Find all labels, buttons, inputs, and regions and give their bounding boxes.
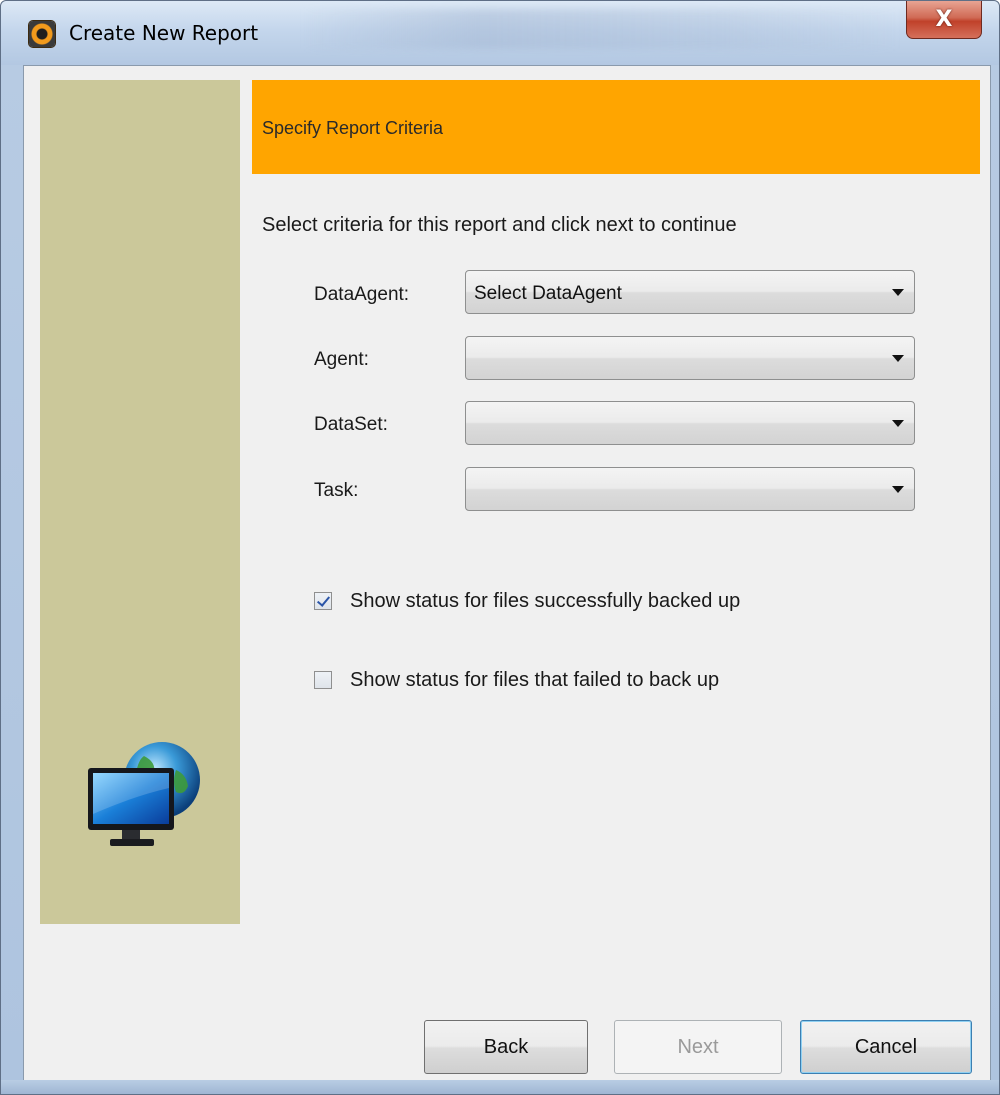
task-select[interactable] [465, 467, 915, 511]
success-checkbox-label[interactable]: Show status for files successfully backe… [350, 590, 740, 613]
app-icon [29, 21, 55, 47]
task-label: Task: [314, 480, 359, 501]
title-bar[interactable]: Create New Report X [1, 1, 999, 65]
side-panel [40, 80, 240, 924]
dataset-select[interactable] [465, 401, 915, 445]
cancel-button[interactable]: Cancel [800, 1020, 972, 1074]
computer-globe-icon [88, 742, 200, 846]
chevron-down-icon [892, 486, 904, 493]
failed-checkbox-label[interactable]: Show status for files that failed to bac… [350, 669, 719, 692]
step-header: Specify Report Criteria [252, 80, 980, 174]
success-checkbox[interactable] [314, 592, 332, 610]
next-button[interactable]: Next [614, 1020, 782, 1074]
window-title: Create New Report [69, 21, 259, 45]
option-failed-row[interactable]: Show status for files that failed to bac… [314, 667, 719, 693]
instruction-text: Select criteria for this report and clic… [262, 214, 737, 236]
dataset-label: DataSet: [314, 414, 388, 435]
option-success-row[interactable]: Show status for files successfully backe… [314, 588, 740, 614]
dataagent-label: DataAgent: [314, 284, 410, 305]
dataagent-select[interactable]: Select DataAgent [465, 270, 915, 314]
failed-checkbox[interactable] [314, 671, 332, 689]
window-bottom-border [1, 1080, 999, 1094]
chevron-down-icon [892, 355, 904, 362]
close-icon: X [935, 7, 953, 32]
dataagent-select-value: Select DataAgent [474, 283, 622, 304]
chevron-down-icon [892, 289, 904, 296]
back-button[interactable]: Back [424, 1020, 588, 1074]
dialog-body: Specify Report Criteria Select criteria … [23, 65, 991, 1081]
close-button[interactable]: X [906, 1, 982, 39]
agent-label: Agent: [314, 349, 369, 370]
agent-select[interactable] [465, 336, 915, 380]
step-title: Specify Report Criteria [262, 118, 444, 138]
dialog-window: Create New Report X Specify Report Crite… [0, 0, 1000, 1095]
chevron-down-icon [892, 420, 904, 427]
